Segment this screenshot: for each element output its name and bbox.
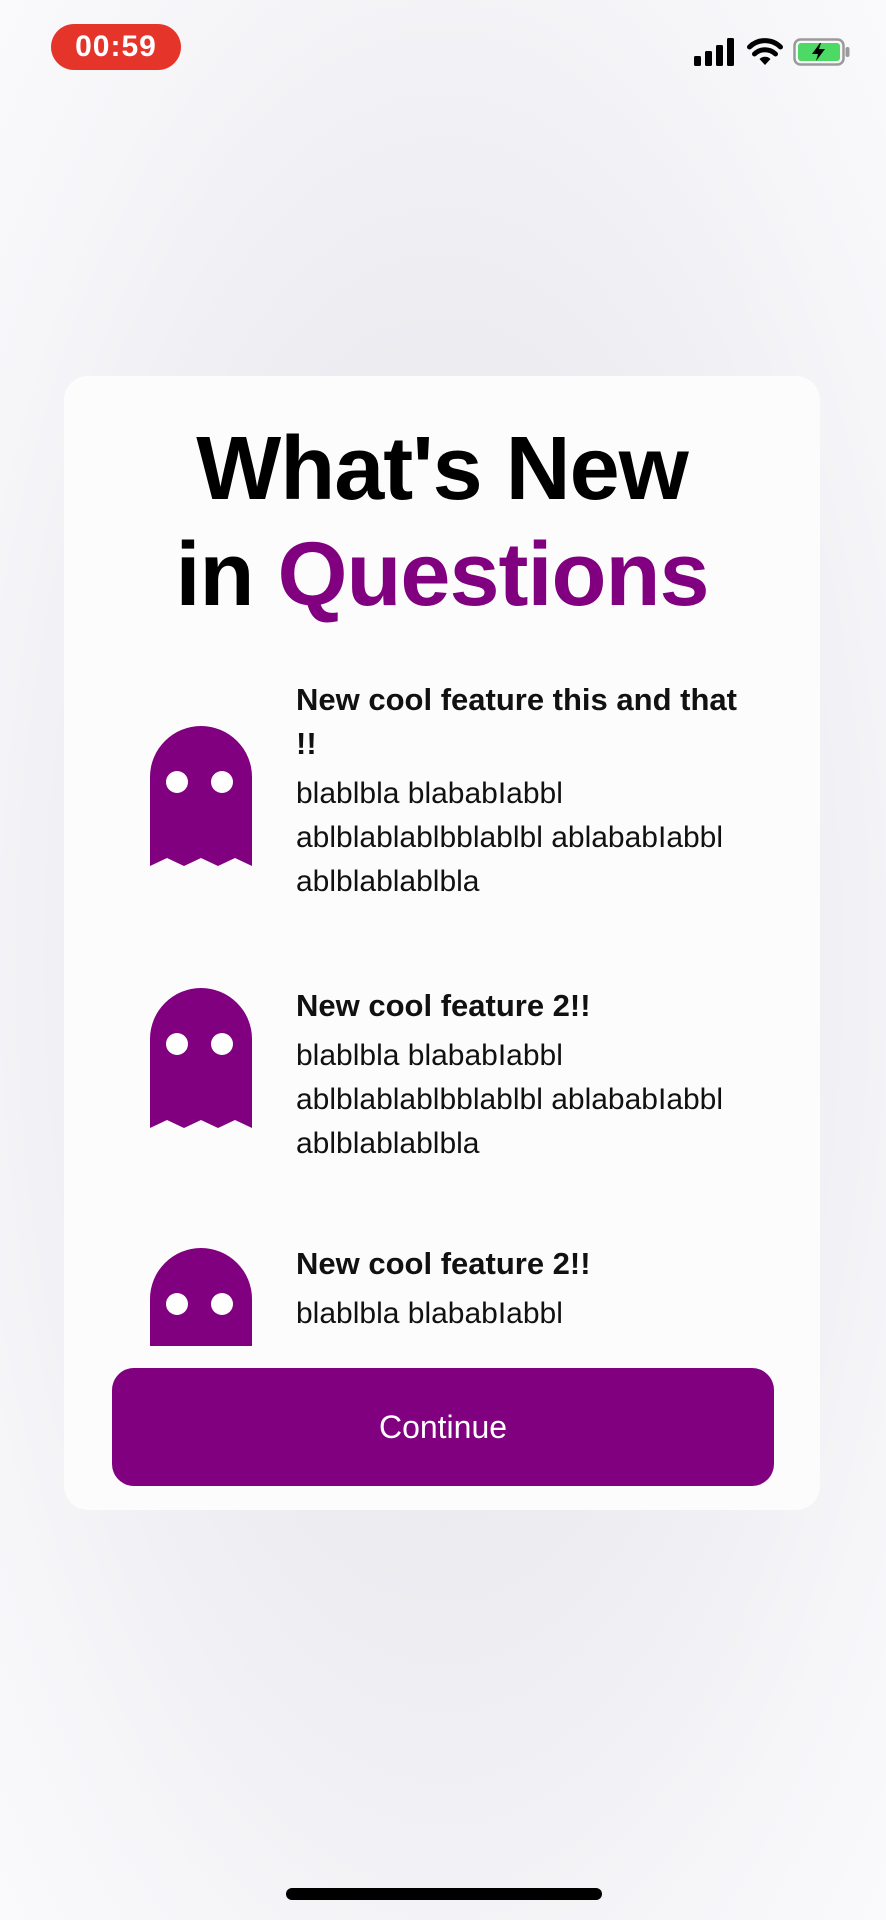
- continue-button[interactable]: Continue: [112, 1368, 774, 1486]
- title-app-name: Questions: [277, 525, 709, 625]
- whats-new-card: What's New in Questions New cool feature…: [64, 376, 820, 1510]
- feature-description: blablbla blababIabbl: [296, 1297, 563, 1330]
- title-prefix: in: [175, 525, 254, 625]
- title-line-1: What's New: [196, 419, 688, 519]
- wifi-icon: [747, 38, 783, 65]
- page-title: What's New in Questions: [64, 416, 820, 628]
- feature-description: blablbla blababIabbl ablblablablbblablbl…: [296, 777, 724, 898]
- feature-text: New cool feature this and that !! blablb…: [296, 678, 766, 904]
- status-time[interactable]: 00:59: [51, 24, 181, 70]
- status-bar: 00:59: [0, 0, 886, 90]
- feature-list[interactable]: New cool feature this and that !! blablb…: [64, 678, 820, 1346]
- ghost-icon: [150, 988, 252, 1128]
- feature-title: New cool feature 2!!: [296, 988, 591, 1023]
- cellular-signal-icon: [694, 38, 734, 66]
- feature-title: New cool feature 2!!: [296, 1246, 591, 1281]
- feature-description: blablbla blababIabbl ablblablablbblablbl…: [296, 1039, 724, 1160]
- home-indicator[interactable]: [286, 1888, 602, 1900]
- ghost-icon: [150, 1248, 252, 1346]
- feature-text: New cool feature 2!! blablbla blababIabb…: [296, 1242, 766, 1336]
- feature-text: New cool feature 2!! blablbla blababIabb…: [296, 984, 766, 1166]
- feature-title: New cool feature this and that !!: [296, 682, 737, 761]
- ghost-icon: [150, 726, 252, 866]
- battery-charging-icon: [793, 38, 850, 66]
- title-line-2: in Questions: [64, 522, 820, 628]
